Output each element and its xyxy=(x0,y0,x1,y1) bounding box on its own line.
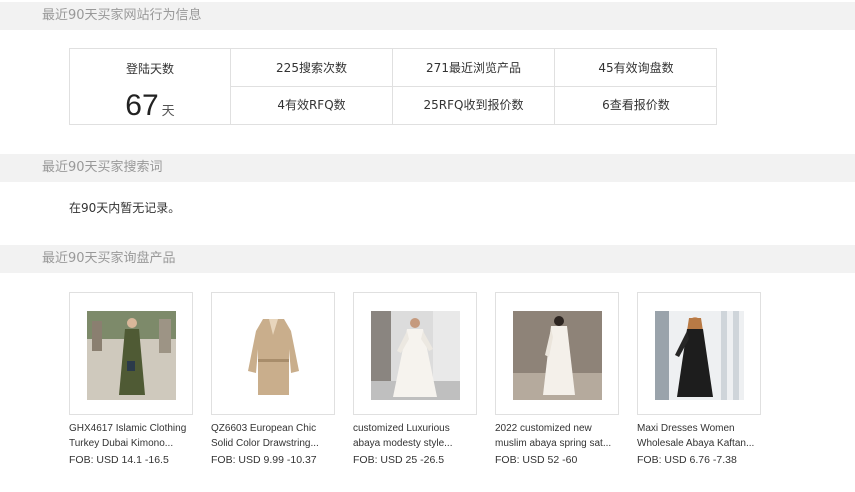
product-price: FOB: USD 9.99 -10.37 xyxy=(211,454,317,466)
stat-valid-inquiries: 45有效询盘数 xyxy=(555,49,717,87)
product-name-line2: Solid Color Drawstring... xyxy=(211,438,319,449)
product-image xyxy=(371,311,460,400)
product-name-line2: Turkey Dubai Kimono... xyxy=(69,438,174,449)
product-price: FOB: USD 14.1 -16.5 xyxy=(69,454,169,466)
search-terms-empty-message: 在90天内暂无记录。 xyxy=(69,201,181,215)
login-days-label: 登陆天数 xyxy=(125,62,174,76)
product-image xyxy=(655,311,744,400)
product-price: FOB: USD 25 -26.5 xyxy=(353,454,445,466)
product-thumbnail[interactable] xyxy=(495,292,619,415)
product-card[interactable]: GHX4617 Islamic Clothing Turkey Dubai Ki… xyxy=(69,292,193,466)
section-title-search-terms: 最近90天买家搜索词 xyxy=(42,160,163,175)
product-card[interactable]: customized Luxurious abaya modesty style… xyxy=(353,292,477,466)
product-image xyxy=(513,311,602,400)
section-header-behavior: 最近90天买家网站行为信息 xyxy=(0,2,855,30)
product-price: FOB: USD 52 -60 xyxy=(495,454,578,466)
stat-viewed-quotes: 6查看报价数 xyxy=(602,98,670,112)
product-name[interactable]: 2022 customized new muslim abaya spring … xyxy=(495,421,623,451)
product-image xyxy=(87,311,176,400)
stat-searches: 225搜索次数 xyxy=(231,49,393,87)
product-name-line2: muslim abaya spring sat... xyxy=(495,438,612,449)
product-thumbnail[interactable] xyxy=(637,292,761,415)
product-name-line1: customized Luxurious xyxy=(353,423,450,434)
product-name[interactable]: customized Luxurious abaya modesty style… xyxy=(353,421,481,451)
product-card[interactable]: Maxi Dresses Women Wholesale Abaya Kafta… xyxy=(637,292,761,466)
section-title-inquiry-products: 最近90天买家询盘产品 xyxy=(42,251,176,266)
stat-valid-rfq: 4有效RFQ数 xyxy=(231,87,393,124)
product-name-line1: GHX4617 Islamic Clothing xyxy=(69,423,187,434)
product-name-line2: Wholesale Abaya Kaftan... xyxy=(637,438,755,449)
product-name-line1: 2022 customized new xyxy=(495,423,592,434)
product-name[interactable]: QZ6603 European Chic Solid Color Drawstr… xyxy=(211,421,339,451)
product-name-line2: abaya modesty style... xyxy=(353,438,453,449)
login-days-value: 67 xyxy=(125,89,159,122)
product-thumbnail[interactable] xyxy=(211,292,335,415)
login-days-unit: 天 xyxy=(161,104,175,119)
stat-rfq-quotes: 25RFQ收到报价数 xyxy=(393,87,555,124)
product-price: FOB: USD 6.76 -7.38 xyxy=(637,454,737,466)
product-name[interactable]: Maxi Dresses Women Wholesale Abaya Kafta… xyxy=(637,421,765,451)
product-image xyxy=(229,311,318,400)
behavior-stats-table: 登陆天数 67 天 225搜索次数 271最近浏览产品 45有效询盘数 4有效RF… xyxy=(69,48,717,125)
stat-recent-viewed: 271最近浏览产品 xyxy=(393,49,555,87)
product-card[interactable]: QZ6603 European Chic Solid Color Drawstr… xyxy=(211,292,335,466)
product-name-line1: QZ6603 European Chic xyxy=(211,423,317,434)
product-name[interactable]: GHX4617 Islamic Clothing Turkey Dubai Ki… xyxy=(69,421,197,451)
product-card[interactable]: 2022 customized new muslim abaya spring … xyxy=(495,292,619,466)
section-header-search-terms: 最近90天买家搜索词 xyxy=(0,154,855,182)
product-name-line1: Maxi Dresses Women xyxy=(637,423,735,434)
product-thumbnail[interactable] xyxy=(69,292,193,415)
section-header-inquiry-products: 最近90天买家询盘产品 xyxy=(0,245,855,273)
section-title-behavior: 最近90天买家网站行为信息 xyxy=(42,8,202,23)
login-days-cell: 登陆天数 67 天 xyxy=(70,49,231,124)
product-thumbnail[interactable] xyxy=(353,292,477,415)
